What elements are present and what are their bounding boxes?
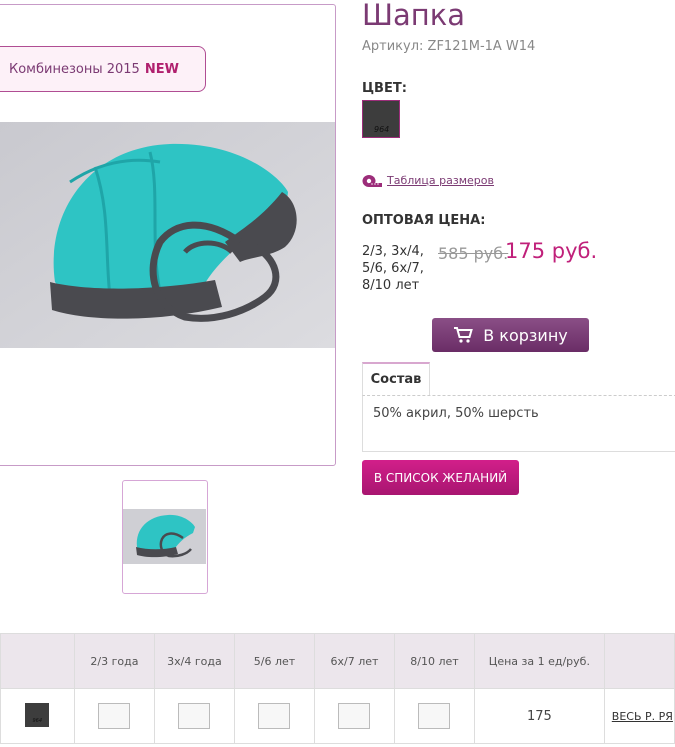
table-header-size: 6х/7 лет bbox=[313, 633, 395, 689]
composition-text: 50% акрил, 50% шерсть bbox=[373, 406, 539, 421]
old-price: 585 руб. bbox=[438, 244, 509, 263]
table-header-price: Цена за 1 ед/руб. bbox=[473, 633, 605, 689]
row-color-code: 964 bbox=[32, 717, 43, 724]
color-code: 964 bbox=[374, 125, 390, 134]
table-header-size: 3х/4 года bbox=[153, 633, 235, 689]
all-sizes-link[interactable]: ВЕСЬ Р. РЯ bbox=[606, 710, 673, 723]
color-label: ЦВЕТ: bbox=[362, 81, 407, 96]
tab-composition[interactable]: Состав bbox=[362, 362, 430, 395]
product-title: Шапка bbox=[362, 0, 466, 32]
available-sizes: 2/3, 3х/4, 5/6, 6х/7, 8/10 лет bbox=[362, 244, 424, 293]
table-header-size: 2/3 года bbox=[73, 633, 155, 689]
row-color-swatch: 964 bbox=[25, 702, 50, 727]
row-price: 175 bbox=[473, 688, 605, 744]
qty-input-5-6[interactable] bbox=[258, 703, 291, 729]
new-badge: NEW bbox=[144, 61, 179, 77]
qty-input-3x-4[interactable] bbox=[178, 703, 211, 729]
wholesale-price-label: ОПТОВАЯ ЦЕНА: bbox=[362, 213, 486, 228]
current-price: 175 руб. bbox=[505, 239, 598, 263]
table-header-row: 2/3 года 3х/4 года 5/6 лет 6х/7 лет 8/10… bbox=[0, 633, 675, 689]
table-header-color bbox=[0, 633, 75, 689]
table-header-actions bbox=[603, 633, 675, 689]
table-header-size: 8/10 лет bbox=[393, 633, 475, 689]
add-to-cart-label: В корзину bbox=[483, 325, 568, 345]
qty-input-2-3[interactable] bbox=[98, 703, 131, 729]
product-sku: Артикул: ZF121M-1A W14 bbox=[362, 39, 536, 54]
thumbnail-image[interactable] bbox=[123, 509, 206, 564]
tab-composition-label: Состав bbox=[370, 372, 422, 387]
size-chart-link[interactable]: Таблица размеров bbox=[387, 174, 494, 187]
product-photo[interactable] bbox=[0, 122, 335, 348]
qty-input-8-10[interactable] bbox=[418, 703, 451, 729]
table-row: 964 175 ВЕСЬ Р. РЯ bbox=[0, 688, 675, 744]
table-header-size: 5/6 лет bbox=[233, 633, 315, 689]
size-quantity-table: 2/3 года 3х/4 года 5/6 лет 6х/7 лет 8/10… bbox=[0, 633, 675, 744]
add-to-cart-button[interactable]: В корзину bbox=[432, 318, 589, 352]
color-swatch[interactable]: 964 bbox=[362, 100, 400, 138]
tape-measure-icon bbox=[362, 173, 382, 187]
row-color-cell: 964 bbox=[0, 688, 75, 744]
add-to-wishlist-button[interactable]: В СПИСОК ЖЕЛАНИЙ bbox=[362, 460, 519, 495]
collection-badge[interactable]: Комбинезоны 2015 NEW bbox=[0, 46, 206, 92]
collection-label: Комбинезоны 2015 bbox=[9, 61, 140, 77]
cart-icon bbox=[454, 327, 474, 343]
tab-panel bbox=[362, 395, 675, 452]
qty-input-6x-7[interactable] bbox=[338, 703, 371, 729]
